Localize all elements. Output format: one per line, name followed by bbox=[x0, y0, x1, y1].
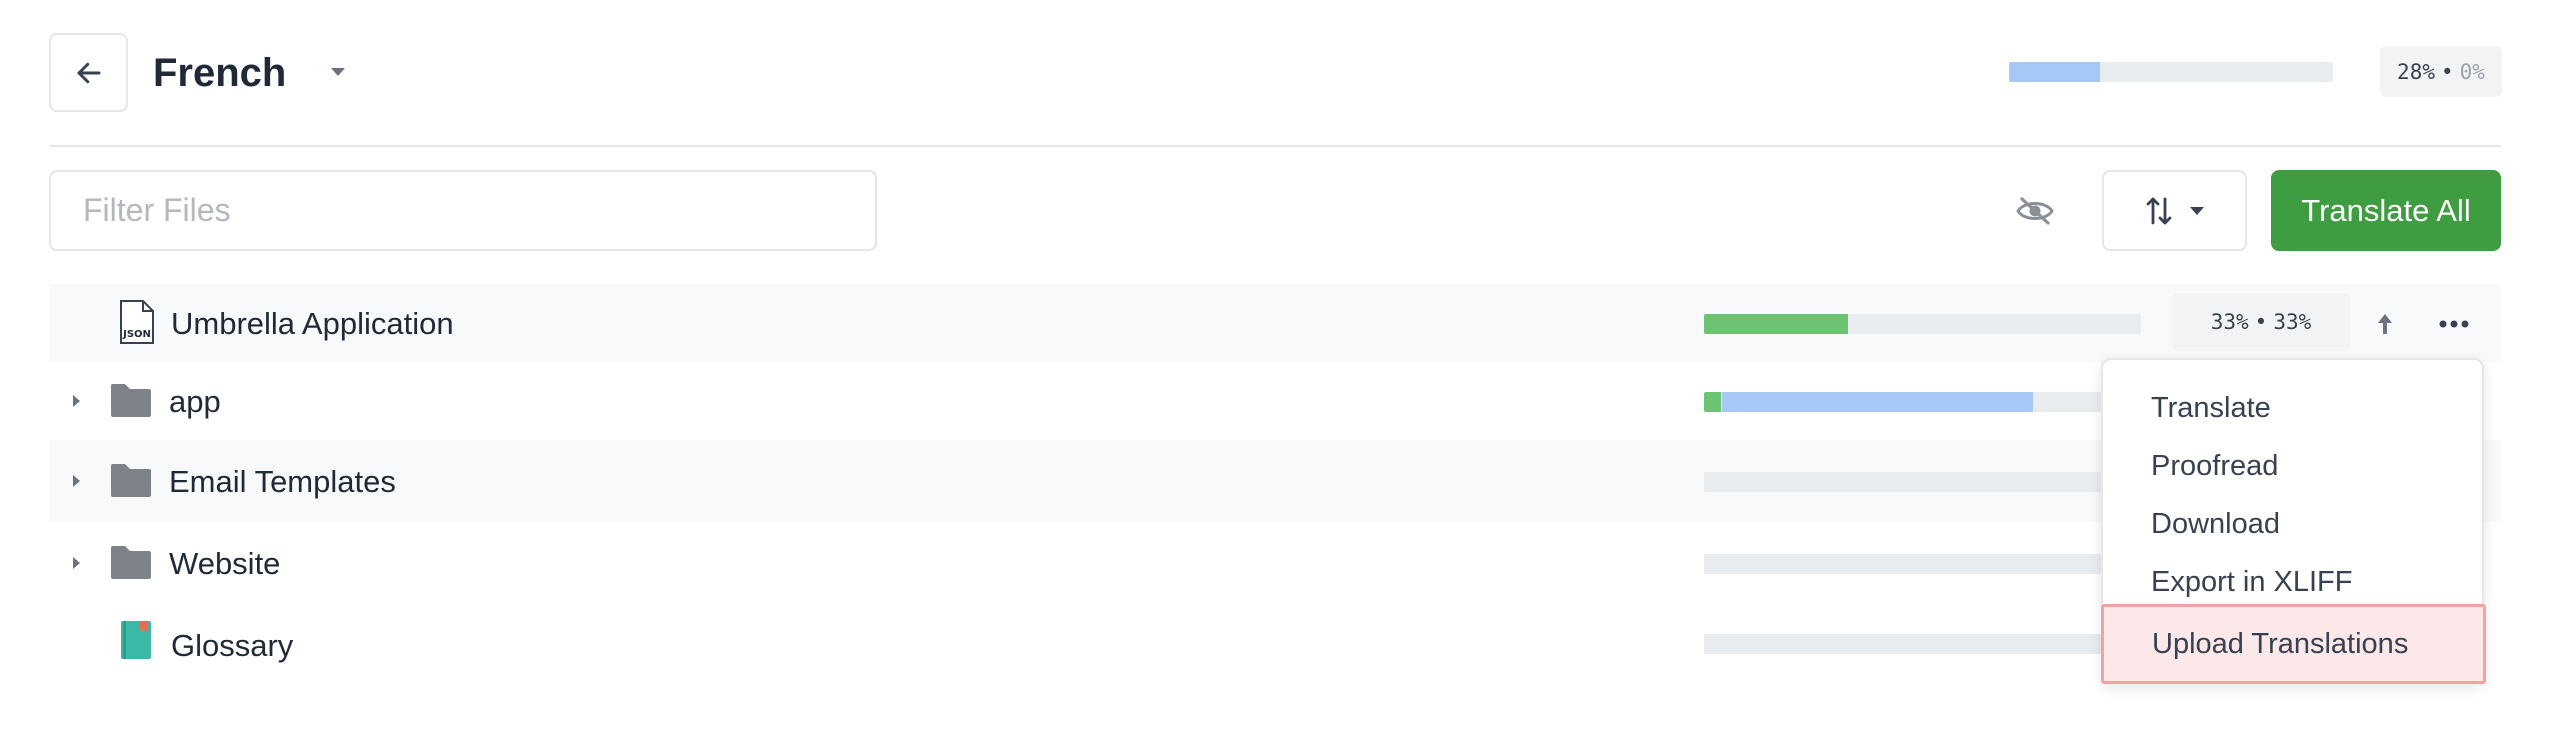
progress-translated-fill bbox=[1722, 392, 2033, 412]
caret-right-icon bbox=[73, 475, 80, 487]
eye-off-icon bbox=[2016, 197, 2054, 225]
filter-files-input[interactable] bbox=[49, 170, 877, 251]
file-name[interactable]: Umbrella Application bbox=[171, 306, 454, 342]
folder-icon bbox=[110, 462, 152, 503]
glossary-book-icon bbox=[119, 619, 153, 666]
more-options-button[interactable] bbox=[2429, 306, 2479, 342]
folder-progress-bar bbox=[1704, 554, 2141, 574]
folder-name[interactable]: Email Templates bbox=[169, 464, 396, 500]
approved-percent: 0% bbox=[2459, 59, 2485, 84]
progress-approved-fill bbox=[1704, 314, 1849, 334]
caret-right-icon bbox=[73, 395, 80, 407]
expand-toggle[interactable] bbox=[71, 394, 81, 413]
folder-name[interactable]: app bbox=[169, 384, 221, 420]
language-progress-badge: 28% • 0% bbox=[2380, 46, 2502, 97]
expand-toggle[interactable] bbox=[71, 556, 81, 575]
separator-dot: • bbox=[2254, 310, 2268, 334]
menu-item-export-xliff[interactable]: Export in XLIFF bbox=[2103, 553, 2482, 611]
caret-down-icon bbox=[331, 68, 345, 76]
back-button[interactable] bbox=[49, 33, 128, 112]
translate-all-button[interactable]: Translate All bbox=[2271, 170, 2501, 251]
menu-item-translate[interactable]: Translate bbox=[2103, 379, 2482, 437]
glossary-name[interactable]: Glossary bbox=[171, 628, 293, 664]
hide-toggle-button[interactable] bbox=[2010, 190, 2060, 232]
language-progress-bar bbox=[2009, 62, 2333, 82]
folder-progress-bar bbox=[1704, 472, 2141, 492]
header-divider bbox=[49, 145, 2501, 147]
folder-icon bbox=[110, 544, 152, 585]
caret-right-icon bbox=[73, 557, 80, 569]
more-horizontal-icon bbox=[2439, 320, 2469, 328]
folder-name[interactable]: Website bbox=[169, 546, 280, 582]
upload-button[interactable] bbox=[2367, 306, 2403, 342]
glossary-progress-bar bbox=[1704, 634, 2141, 654]
file-progress-bar bbox=[1704, 314, 2141, 334]
caret-down-icon bbox=[2189, 206, 2204, 215]
progress-approved-fill bbox=[1704, 392, 1722, 412]
expand-toggle[interactable] bbox=[71, 474, 81, 493]
file-row[interactable]: JSON Umbrella Application 33% • 33% bbox=[49, 284, 2501, 362]
folder-icon bbox=[110, 382, 152, 423]
svg-text:JSON: JSON bbox=[122, 329, 151, 340]
json-file-icon: JSON bbox=[117, 299, 157, 350]
page-title: French bbox=[153, 51, 287, 95]
sort-arrows-icon bbox=[2146, 197, 2171, 224]
progress-translated-fill bbox=[2009, 62, 2100, 82]
page-header: French 28% • 0% bbox=[49, 33, 2502, 113]
arrow-up-icon bbox=[2378, 314, 2392, 334]
menu-item-download[interactable]: Download bbox=[2103, 495, 2482, 553]
file-progress-badge: 33% • 33% bbox=[2172, 293, 2350, 351]
menu-item-upload-translations[interactable]: Upload Translations bbox=[2101, 604, 2486, 684]
language-dropdown-caret[interactable] bbox=[329, 65, 347, 83]
menu-item-proofread[interactable]: Proofread bbox=[2103, 437, 2482, 495]
separator-dot: • bbox=[2440, 59, 2454, 84]
folder-progress-bar bbox=[1704, 392, 2141, 412]
translated-percent: 33% bbox=[2210, 310, 2249, 334]
sort-dropdown-button[interactable] bbox=[2102, 170, 2247, 251]
translated-percent: 28% bbox=[2397, 59, 2435, 84]
arrow-left-icon bbox=[77, 62, 100, 83]
file-context-menu: Translate Proofread Download Export in X… bbox=[2101, 358, 2486, 684]
approved-percent: 33% bbox=[2273, 310, 2312, 334]
